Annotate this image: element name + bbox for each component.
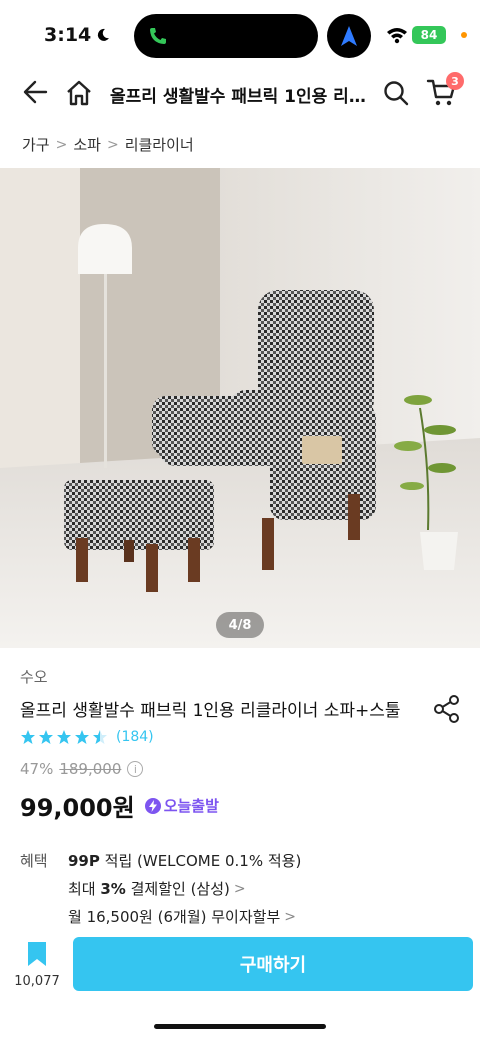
chevron-right-icon: > [55, 136, 68, 153]
battery-indicator: 84 [412, 26, 446, 44]
page-title: 올프리 생활발수 패브릭 1인용 리… [110, 87, 366, 107]
star-icon [75, 730, 89, 744]
dynamic-island [134, 14, 318, 58]
info-icon[interactable]: i [127, 761, 144, 777]
benefit-points: 99P 적립 (WELCOME 0.1% 적용) [68, 852, 302, 870]
share-icon[interactable] [432, 694, 462, 724]
navigation-arrow-icon [341, 26, 357, 46]
privacy-dot [461, 32, 467, 38]
buy-button[interactable]: 구매하기 [73, 937, 473, 991]
discount-rate: 47% [20, 760, 54, 778]
star-icon [39, 730, 53, 744]
breadcrumb: 가구 > 소파 > 리클라이너 [22, 134, 194, 155]
back-icon[interactable] [22, 78, 50, 106]
home-icon[interactable] [64, 78, 94, 108]
bottom-action-bar: 10,077 구매하기 [0, 930, 480, 1000]
original-price: 189,000 [59, 760, 122, 778]
product-photo [0, 168, 480, 648]
benefits-label: 혜택 [20, 852, 48, 870]
phone-icon [150, 28, 166, 44]
image-counter: 4/8 [216, 612, 264, 638]
review-count[interactable]: (184) [116, 729, 154, 745]
breadcrumb-item-furniture[interactable]: 가구 [22, 134, 50, 155]
chevron-right-icon: > [233, 880, 246, 897]
bolt-icon [144, 797, 161, 814]
price-row: 99,000원 오늘출발 [20, 788, 219, 823]
cart-badge: 3 [446, 72, 464, 90]
search-icon[interactable] [382, 79, 410, 107]
breadcrumb-item-recliner[interactable]: 리클라이너 [125, 134, 194, 155]
breadcrumb-item-sofa[interactable]: 소파 [73, 134, 101, 155]
chevron-right-icon: > [106, 136, 119, 153]
bookmark-icon[interactable] [26, 940, 48, 968]
top-nav: 올프리 생활발수 패브릭 1인용 리… 3 [0, 68, 480, 118]
moon-icon [98, 28, 110, 41]
benefit-card-discount[interactable]: 최대 3% 결제할인 (삼성) > [68, 878, 246, 899]
discount-row: 47% 189,000 i [20, 760, 144, 778]
bookmark-count: 10,077 [14, 974, 60, 989]
chevron-right-icon: > [284, 908, 296, 925]
status-bar: 3:14 84 [0, 0, 480, 60]
product-image[interactable] [0, 168, 480, 648]
product-name: 올프리 생활발수 패브릭 1인용 리클라이너 소파+스툴 [20, 701, 401, 721]
star-half-icon [93, 730, 107, 744]
benefit-installment[interactable]: 월 16,500원 (6개월) 무이자할부 > [68, 906, 296, 927]
star-icon [21, 730, 35, 744]
sale-price: 99,000원 [20, 794, 135, 822]
home-indicator [154, 1024, 326, 1029]
navigation-indicator [327, 14, 371, 58]
star-icon [57, 730, 71, 744]
brand-name[interactable]: 수오 [20, 666, 48, 687]
rating[interactable]: (184) [20, 729, 154, 745]
today-delivery-badge: 오늘출발 [144, 795, 219, 816]
status-time: 3:14 [44, 24, 111, 46]
wifi-icon [387, 28, 407, 44]
